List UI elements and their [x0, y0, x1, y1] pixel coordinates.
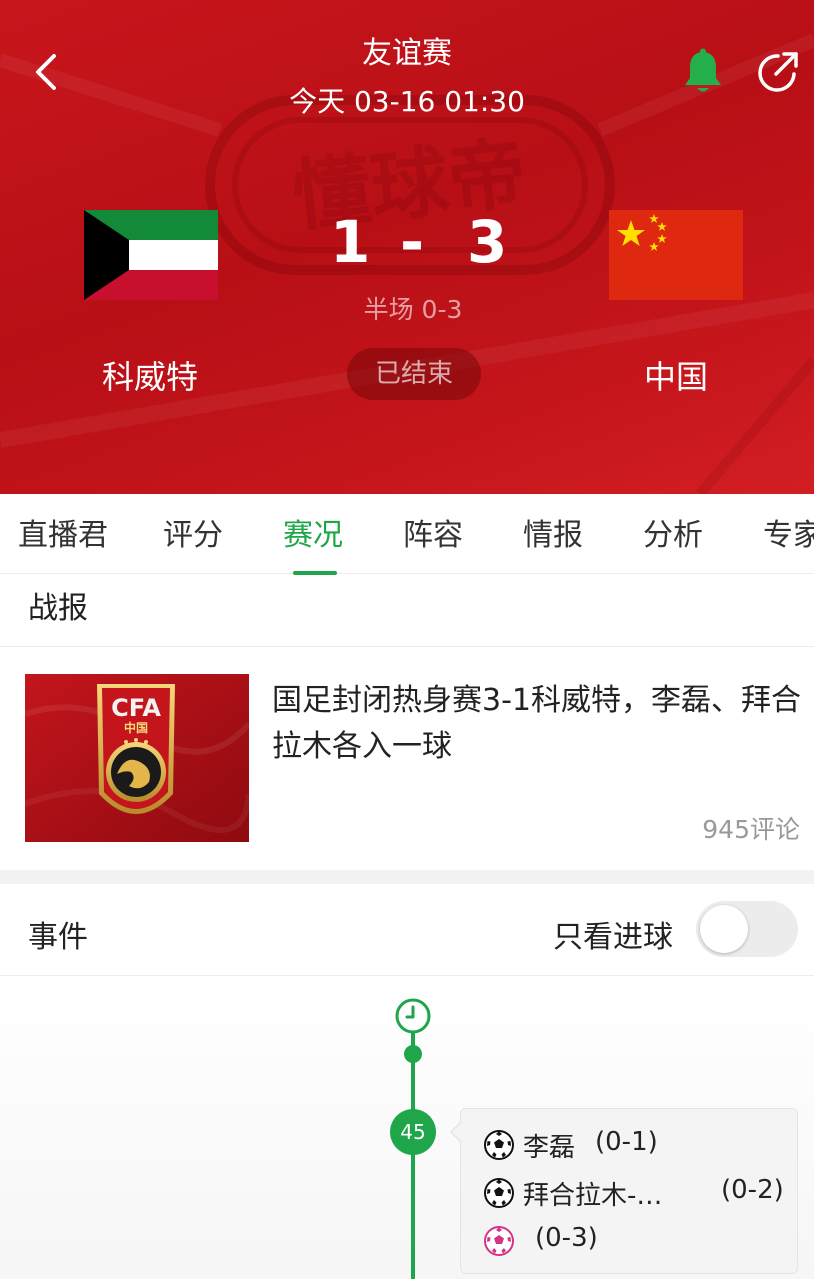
events-timeline: 45 李磊 (0-1) 拜合拉木-… (0-2) (0-3) — [0, 977, 814, 1279]
football-icon — [484, 1130, 514, 1160]
match-status-badge: 已结束 — [347, 348, 481, 400]
events-section-header: 事件 只看进球 — [0, 884, 814, 976]
away-score: 3 — [467, 208, 508, 276]
event-minute-badge: 45 — [390, 1109, 436, 1155]
cfa-logo-subtext: 中国 — [124, 720, 148, 735]
clock-icon — [395, 998, 431, 1034]
section-divider — [0, 870, 814, 884]
news-comment-count: 945评论 — [702, 815, 800, 844]
event-card[interactable]: 李磊 (0-1) 拜合拉木-… (0-2) (0-3) — [450, 1108, 798, 1274]
cfa-logo-text: CFA — [111, 694, 161, 722]
news-card[interactable]: CFA 中国 国足封闭热身赛3-1科威特，李磊、拜合拉木各入一球 945评论 — [0, 648, 814, 870]
home-team-flag — [84, 210, 218, 300]
tab-live[interactable]: 直播君 — [18, 510, 108, 554]
goals-only-label: 只看进球 — [553, 920, 673, 955]
news-thumbnail: CFA 中国 — [25, 674, 249, 842]
football-icon — [484, 1178, 514, 1208]
home-team-name[interactable]: 科威特 — [50, 352, 250, 398]
tab-experts[interactable]: 专家 — [763, 510, 814, 554]
event-player: 李磊 — [523, 1133, 576, 1163]
goals-only-toggle[interactable] — [696, 901, 798, 957]
own-goal-football-icon — [484, 1226, 514, 1256]
away-team-flag — [609, 210, 743, 300]
bell-icon — [685, 48, 721, 92]
toggle-knob — [700, 905, 748, 953]
timeline-start-dot — [404, 1045, 422, 1063]
score-separator: - — [400, 208, 425, 276]
news-headline[interactable]: 国足封闭热身赛3-1科威特，李磊、拜合拉木各入一球 — [272, 678, 802, 770]
event-score: (0-2) — [721, 1175, 784, 1205]
tab-match-status[interactable]: 赛况 — [283, 510, 343, 554]
tab-lineup[interactable]: 阵容 — [403, 510, 463, 554]
tab-analysis[interactable]: 分析 — [643, 510, 703, 554]
share-button[interactable] — [754, 48, 802, 96]
event-player: 拜合拉木-… — [523, 1181, 663, 1211]
tab-bar: 直播君 评分 赛况 阵容 情报 分析 专家 — [0, 494, 814, 574]
home-score: 1 — [330, 208, 371, 276]
match-header: 懂球帝 友谊赛 今天 03-16 01:30 1 - 3 半场 0-3 科威特 … — [0, 0, 814, 494]
report-section-header: 战报 — [0, 575, 814, 647]
notification-button[interactable] — [680, 48, 726, 96]
away-team-name[interactable]: 中国 — [576, 352, 776, 398]
event-score: (0-1) — [595, 1127, 658, 1157]
tab-ratings[interactable]: 评分 — [163, 510, 223, 554]
events-heading: 事件 — [28, 920, 88, 955]
tab-intel[interactable]: 情报 — [523, 510, 583, 554]
event-score: (0-3) — [535, 1223, 598, 1253]
report-heading: 战报 — [28, 591, 88, 626]
share-icon — [758, 52, 798, 92]
